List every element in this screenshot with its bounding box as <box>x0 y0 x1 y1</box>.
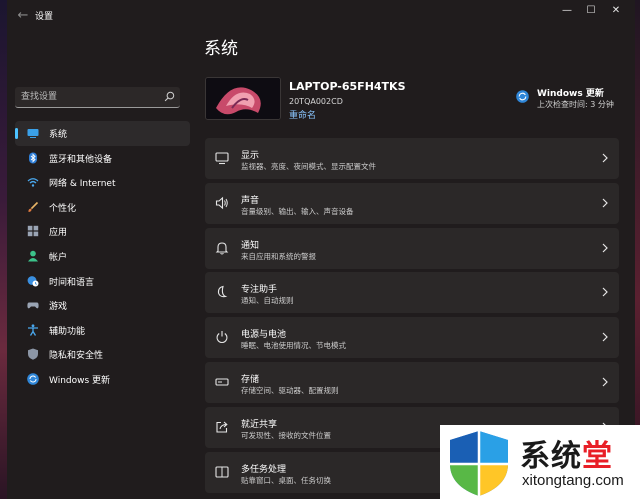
sidebar-item-label: 蓝牙和其他设备 <box>49 154 113 165</box>
sidebar-item-label: 隐私和安全性 <box>49 351 104 362</box>
card-sound[interactable]: 声音 音量级别、输出、输入、声音设备 <box>205 182 619 224</box>
sidebar-item-time-language[interactable]: 时间和语言 <box>15 269 190 294</box>
card-title: 多任务处理 <box>241 464 287 475</box>
sidebar-item-label: 系统 <box>49 130 68 140</box>
sidebar-item-network[interactable]: 网络 & Internet <box>15 170 190 195</box>
sidebar-item-label: 帐户 <box>49 252 68 263</box>
share-icon <box>216 421 228 433</box>
sidebar-item-label: 个性化 <box>49 203 77 214</box>
card-title: 电源与电池 <box>241 330 287 341</box>
back-button[interactable]: ← <box>13 6 33 26</box>
watermark-brand-main: 系统 <box>520 439 582 474</box>
sidebar-item-bluetooth[interactable]: 蓝牙和其他设备 <box>15 146 190 171</box>
maximize-button[interactable]: ☐ <box>579 4 603 18</box>
display-icon <box>215 152 229 165</box>
desktop-wallpaper-left <box>0 0 7 499</box>
card-title: 专注助手 <box>241 285 278 296</box>
speaker-icon <box>215 196 228 209</box>
wallpaper-image <box>206 78 280 119</box>
search-box[interactable] <box>15 87 180 108</box>
card-storage[interactable]: 存储 存储空间、驱动器、配置规则 <box>205 361 619 403</box>
gamepad-icon <box>27 302 39 309</box>
sidebar-item-label: Windows 更新 <box>49 375 111 386</box>
windows-update-title[interactable]: Windows 更新 <box>537 86 604 99</box>
card-title: 存储 <box>241 374 260 385</box>
search-input[interactable] <box>21 89 156 104</box>
sidebar-item-gaming[interactable]: 游戏 <box>15 293 190 318</box>
windows-shield-logo <box>450 431 508 496</box>
close-button[interactable]: ✕ <box>604 4 628 18</box>
watermark: 系统堂 xitongtang.com <box>440 425 640 499</box>
card-focus-assist[interactable]: 专注助手 通知、自动规则 <box>205 272 619 314</box>
title-bar: ← 设置 — ☐ ✕ <box>7 0 635 32</box>
brush-icon <box>28 201 39 212</box>
card-title: 显示 <box>241 151 260 161</box>
card-title: 通知 <box>241 240 260 251</box>
wifi-icon <box>27 178 39 187</box>
bell-icon <box>215 242 229 255</box>
rename-link[interactable]: 重命名 <box>289 108 316 121</box>
windows-update-icon[interactable] <box>516 90 529 103</box>
moon-icon <box>217 286 228 298</box>
power-icon <box>216 331 228 344</box>
sidebar-item-accessibility[interactable]: 辅助功能 <box>15 318 190 343</box>
bluetooth-icon <box>29 152 37 164</box>
sidebar-item-system[interactable]: 系统 <box>15 121 190 146</box>
globe-clock-icon <box>27 275 39 287</box>
card-description: 睡眠、电池使用情况、节电模式 <box>241 341 346 351</box>
page-title: 系统 <box>204 39 238 59</box>
card-description: 通知、自动规则 <box>241 296 294 306</box>
device-wallpaper-thumbnail <box>205 77 281 120</box>
watermark-brand: 系统堂 <box>520 431 613 475</box>
card-notifications[interactable]: 通知 来自应用和系统的警报 <box>205 227 619 269</box>
card-description: 可发现性、接收的文件位置 <box>241 430 331 440</box>
account-icon <box>28 250 38 262</box>
minimize-button[interactable]: — <box>555 4 579 18</box>
card-title: 就近共享 <box>241 419 278 430</box>
sidebar-item-label: 游戏 <box>49 302 68 313</box>
device-name: LAPTOP-65FH4TKS <box>289 80 406 93</box>
search-icon[interactable] <box>164 91 175 102</box>
sidebar-item-privacy[interactable]: 隐私和安全性 <box>15 342 190 367</box>
card-description: 来自应用和系统的警报 <box>241 251 316 261</box>
card-description: 监视器、亮度、夜间模式、显示配置文件 <box>241 162 376 171</box>
watermark-url: xitongtang.com <box>522 472 624 489</box>
card-description: 音量级别、输出、输入、声音设备 <box>241 206 354 216</box>
storage-icon <box>215 378 229 386</box>
sidebar-item-apps[interactable]: 应用 <box>15 219 190 244</box>
card-title: 声音 <box>241 195 260 206</box>
card-description: 存储空间、驱动器、配置规则 <box>241 385 339 395</box>
sidebar-item-label: 网络 & Internet <box>49 179 116 190</box>
update-icon <box>27 373 39 385</box>
chevron-right-icon <box>602 377 608 387</box>
card-description: 贴靠窗口、桌面、任务切换 <box>241 475 331 485</box>
card-display[interactable]: 显示 监视器、亮度、夜间模式、显示配置文件 <box>205 138 619 179</box>
chevron-right-icon <box>602 243 608 253</box>
watermark-brand-accent: 堂 <box>582 439 613 474</box>
windows-update-status: 上次检查时间: 3 分钟 <box>537 100 614 109</box>
apps-icon <box>27 226 39 237</box>
sidebar-item-label: 应用 <box>49 228 68 239</box>
chevron-right-icon <box>602 198 608 208</box>
accessibility-icon <box>28 324 38 336</box>
sidebar-item-personalization[interactable]: 个性化 <box>15 195 190 220</box>
sidebar-item-label: 辅助功能 <box>49 326 86 337</box>
system-icon <box>27 129 39 138</box>
sidebar-item-windows-update[interactable]: Windows 更新 <box>15 367 190 392</box>
window-title: 设置 <box>35 12 54 22</box>
sidebar-nav: 系统 蓝牙和其他设备 网络 & Internet 个性化 应用 帐户 时间和语言… <box>15 121 190 392</box>
card-power-battery[interactable]: 电源与电池 睡眠、电池使用情况、节电模式 <box>205 317 619 359</box>
sidebar-item-accounts[interactable]: 帐户 <box>15 244 190 269</box>
device-model: 20TQA002CD <box>289 97 343 106</box>
chevron-right-icon <box>602 287 608 297</box>
sidebar-item-label: 时间和语言 <box>49 277 95 288</box>
multitask-icon <box>215 466 229 478</box>
chevron-right-icon <box>602 332 608 342</box>
shield-icon <box>28 348 38 361</box>
chevron-right-icon <box>602 153 608 163</box>
